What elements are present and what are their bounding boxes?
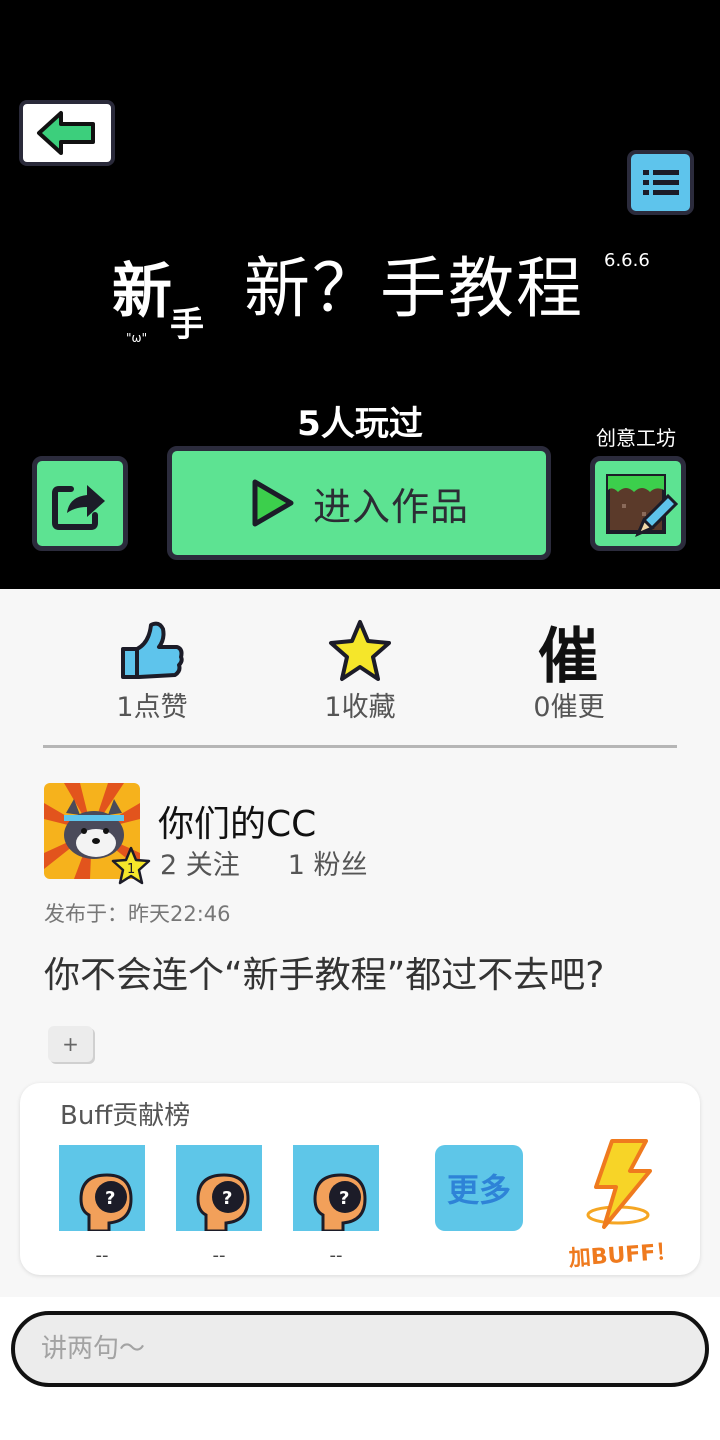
buff-contributor-2-name: -- — [212, 1245, 226, 1266]
svg-text:手: 手 — [170, 305, 204, 345]
svg-text:新: 新 — [112, 257, 172, 327]
buff-contributor-3[interactable]: ? — [293, 1145, 379, 1233]
favorite-stat[interactable]: 1收藏 — [280, 619, 440, 724]
like-count-label: 1点赞 — [116, 692, 188, 723]
stats-row: 1点赞 1收藏 催 0催更 — [0, 589, 720, 749]
add-buff-label: 加BUFF！ — [568, 1239, 679, 1272]
menu-button[interactable] — [627, 150, 694, 215]
svg-text:?: ? — [105, 1188, 115, 1209]
play-icon — [252, 479, 294, 527]
add-tag-button[interactable]: + — [48, 1026, 93, 1062]
svg-text:?: ? — [339, 1188, 349, 1209]
app-screen: 新 手 "ω" 新？手教程 6.6.6 5人玩过 创意工坊 进入作品 1点赞 1… — [0, 0, 720, 1440]
buff-contributor-1[interactable]: ? — [59, 1145, 145, 1233]
version-label: 6.6.6 — [604, 250, 650, 271]
author-level-badge: 1 — [110, 846, 152, 886]
publish-time: 发布于：昨天22:46 — [44, 902, 231, 926]
urge-icon: 催 — [538, 622, 598, 683]
buff-contributor-2[interactable]: ? — [176, 1145, 262, 1233]
workshop-edit-icon — [606, 473, 678, 537]
share-icon — [52, 484, 105, 530]
urge-stat[interactable]: 催 0催更 — [489, 619, 649, 724]
work-logo: 新 手 "ω" — [110, 240, 220, 350]
lightning-icon — [586, 1139, 652, 1229]
thumbs-up-icon — [121, 621, 184, 679]
buff-contributor-3-name: -- — [329, 1245, 343, 1266]
like-stat[interactable]: 1点赞 — [72, 619, 232, 724]
svg-text:1: 1 — [127, 862, 135, 877]
header: 新 手 "ω" 新？手教程 6.6.6 5人玩过 创意工坊 进入作品 — [0, 0, 720, 589]
buff-more-button[interactable]: 更多 — [435, 1145, 523, 1231]
buff-leaderboard: Buff贡献榜 ? -- ? -- ? -- 更多 加BUFF！ — [20, 1083, 700, 1275]
unknown-user-icon: ? — [196, 1173, 250, 1233]
svg-text:催: 催 — [538, 622, 598, 683]
svg-text:?: ? — [222, 1188, 232, 1209]
arrow-left-icon — [37, 111, 95, 155]
buff-title: Buff贡献榜 — [60, 1101, 191, 1131]
work-title: 新？手教程 — [244, 250, 584, 327]
workshop-button[interactable] — [590, 456, 686, 551]
follower-count[interactable]: 1 粉丝 — [288, 843, 368, 882]
unknown-user-icon: ? — [313, 1173, 367, 1233]
favorite-count-label: 1收藏 — [324, 692, 396, 723]
following-count[interactable]: 2 关注 — [160, 843, 240, 882]
comment-input[interactable] — [11, 1311, 709, 1387]
buff-contributor-1-name: -- — [95, 1245, 109, 1266]
enter-work-label: 进入作品 — [312, 484, 469, 529]
enter-work-button[interactable]: 进入作品 — [167, 446, 551, 560]
share-button[interactable] — [32, 456, 128, 551]
author-name[interactable]: 你们的CC — [158, 795, 316, 847]
add-buff-button[interactable]: 加BUFF！ — [568, 1135, 678, 1275]
star-icon — [329, 620, 391, 681]
unknown-user-icon: ? — [79, 1173, 133, 1233]
urge-count-label: 0催更 — [533, 692, 605, 723]
level-star-icon: 1 — [111, 846, 151, 885]
workshop-label: 创意工坊 — [596, 426, 676, 450]
svg-text:"ω": "ω" — [126, 331, 147, 345]
section-divider — [43, 745, 677, 748]
work-description: 你不会连个“新手教程”都过不去吧? — [44, 955, 605, 996]
follow-stats: 2 关注 1 粉丝 — [160, 843, 368, 882]
list-icon — [642, 169, 679, 195]
back-button[interactable] — [19, 100, 115, 166]
